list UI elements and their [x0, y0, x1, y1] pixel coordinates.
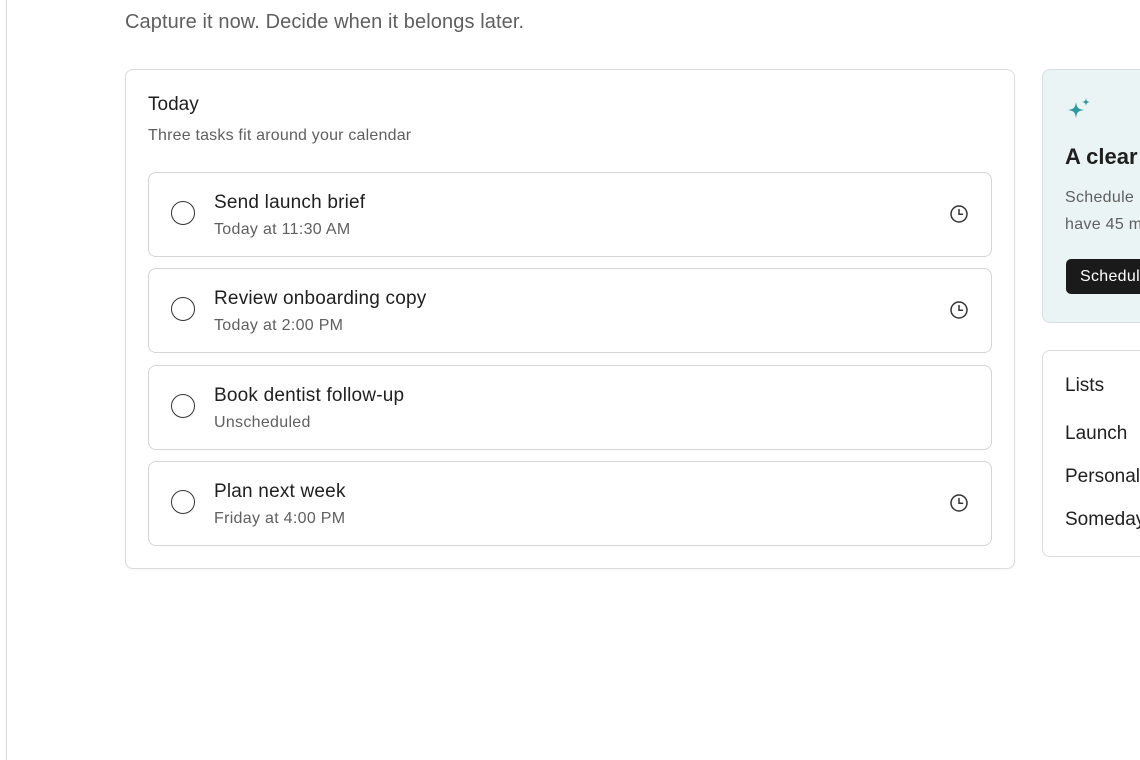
task-item[interactable]: Plan next week Friday at 4:00 PM	[148, 461, 992, 546]
today-title: Today	[148, 94, 199, 115]
task-item[interactable]: Review onboarding copy Today at 2:00 PM	[148, 268, 992, 353]
schedule-button[interactable]: Schedul	[1066, 259, 1140, 294]
task-schedule: Unscheduled	[214, 414, 311, 431]
task-title: Review onboarding copy	[214, 288, 427, 309]
suggestion-body: Schedule have 45 m	[1065, 184, 1140, 238]
today-card: Today Three tasks fit around your calend…	[125, 69, 1015, 569]
clock-icon[interactable]	[949, 300, 969, 320]
suggestion-body-line: Schedule	[1065, 189, 1135, 206]
task-complete-checkbox[interactable]	[171, 201, 195, 225]
sparkles-icon	[1068, 98, 1090, 118]
task-schedule: Friday at 4:00 PM	[214, 510, 346, 527]
task-complete-checkbox[interactable]	[171, 490, 195, 514]
task-title: Plan next week	[214, 481, 346, 502]
today-subtitle: Three tasks fit around your calendar	[148, 127, 412, 144]
task-title: Book dentist follow-up	[214, 385, 405, 406]
list-item-someday[interactable]: Someday	[1065, 509, 1140, 531]
task-complete-checkbox[interactable]	[171, 394, 195, 418]
clock-icon[interactable]	[949, 204, 969, 224]
suggestion-body-line: have 45 m	[1065, 216, 1140, 233]
clock-icon[interactable]	[949, 493, 969, 513]
task-schedule: Today at 2:00 PM	[214, 317, 344, 334]
list-item-personal[interactable]: Personal	[1065, 466, 1140, 488]
task-item[interactable]: Book dentist follow-up Unscheduled	[148, 365, 992, 450]
task-title: Send launch brief	[214, 192, 366, 213]
suggestion-headline: A clear	[1065, 144, 1138, 169]
app-viewport: Capture it now. Decide when it belongs l…	[0, 0, 1140, 760]
task-schedule: Today at 11:30 AM	[214, 221, 351, 238]
task-item[interactable]: Send launch brief Today at 11:30 AM	[148, 172, 992, 257]
suggestion-card: A clear Schedule have 45 m Schedul	[1042, 69, 1140, 323]
lists-title: Lists	[1065, 375, 1105, 396]
list-item-launch[interactable]: Launch	[1065, 423, 1127, 445]
lists-card: Lists Launch Personal Someday	[1042, 350, 1140, 557]
page-subtitle: Capture it now. Decide when it belongs l…	[125, 11, 525, 33]
task-complete-checkbox[interactable]	[171, 297, 195, 321]
sidebar-divider	[6, 0, 7, 760]
